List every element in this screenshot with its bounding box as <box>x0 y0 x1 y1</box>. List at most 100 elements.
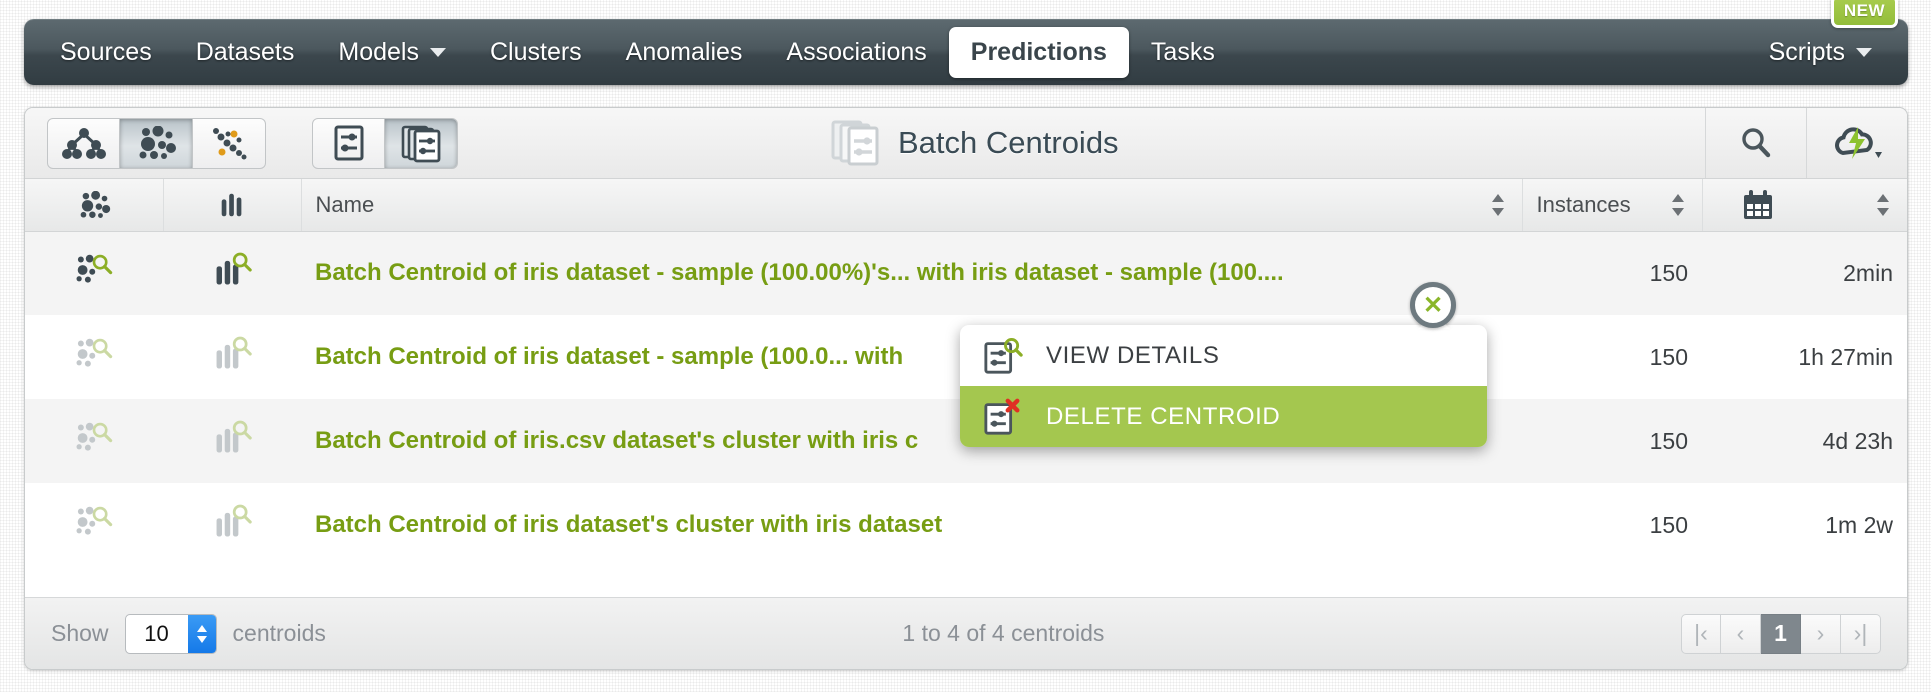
cluster-view-icon <box>76 338 113 367</box>
nav-item-sources[interactable]: Sources <box>38 29 174 76</box>
column-header-name[interactable]: Name <box>301 179 1523 232</box>
batch-prediction-button[interactable] <box>385 117 458 169</box>
nav-item-clusters[interactable]: Clusters <box>468 29 604 76</box>
row-name-cell[interactable]: Batch Centroid of iris dataset - sample … <box>301 231 1522 315</box>
prediction-mode-button-group <box>312 117 458 169</box>
pagination: |‹ ‹ 1 › ›| <box>1681 613 1881 654</box>
nav-item-label: Sources <box>60 37 152 66</box>
cloud-bolt-icon <box>1835 127 1882 159</box>
table-row[interactable]: Batch Centroid of iris dataset's cluster… <box>25 483 1907 567</box>
anomaly-button[interactable] <box>193 117 266 169</box>
delete-centroid-icon <box>984 398 1020 435</box>
row-instances-cell: 150 <box>1522 399 1702 483</box>
view-details-icon <box>984 337 1023 374</box>
row-age-cell: 2min <box>1702 231 1907 315</box>
chevron-down-icon <box>429 47 446 57</box>
cluster-button[interactable] <box>120 117 193 169</box>
nav-item-models[interactable]: Models <box>316 29 468 76</box>
cluster-icon <box>139 126 176 159</box>
prev-page-button[interactable]: ‹ <box>1721 613 1761 654</box>
stepper-arrows-icon <box>187 614 216 653</box>
single-prediction-icon <box>334 125 363 161</box>
quick-action-button[interactable] <box>1807 108 1907 178</box>
single-prediction-button[interactable] <box>312 117 385 169</box>
nav-item-anomalies[interactable]: Anomalies <box>604 29 765 76</box>
nav-right-group: NEW Scripts <box>1747 0 1898 76</box>
row-age-cell: 1m 2w <box>1702 483 1907 567</box>
column-header-age[interactable] <box>1702 179 1907 232</box>
cluster-icon <box>80 190 110 218</box>
cluster-view-icon <box>76 422 113 451</box>
nav-item-label: Scripts <box>1768 37 1845 66</box>
nav-item-label: Clusters <box>489 37 582 66</box>
dataset-view-icon <box>216 504 252 537</box>
panel-toolbar: Batch Centroids <box>25 108 1907 179</box>
column-header-dataset <box>163 179 302 232</box>
chevron-down-icon <box>1856 47 1872 57</box>
nav-item-label: Datasets <box>195 37 295 66</box>
row-cluster-icon-cell[interactable] <box>25 399 163 483</box>
row-age-cell: 1h 27min <box>1702 315 1907 399</box>
nav-item-associations[interactable]: Associations <box>764 29 948 76</box>
cluster-view-icon <box>76 254 113 283</box>
last-page-button[interactable]: ›| <box>1841 613 1881 654</box>
sort-toggle-icon <box>1671 193 1684 216</box>
menu-item-label: VIEW DETAILS <box>1046 341 1220 369</box>
row-context-menu: VIEW DETAILS DELETE CENTROID <box>960 325 1487 447</box>
row-dataset-icon-cell[interactable] <box>163 399 301 483</box>
nav-item-scripts[interactable]: Scripts <box>1747 29 1894 76</box>
dataset-bars-icon <box>221 193 242 216</box>
menu-item-view-details[interactable]: VIEW DETAILS <box>960 325 1487 386</box>
page-1-button[interactable]: 1 <box>1761 613 1801 654</box>
column-header-label: Name <box>315 191 375 217</box>
nav-item-label: Anomalies <box>625 37 743 66</box>
row-cluster-icon-cell[interactable] <box>25 231 163 315</box>
page-title: Batch Centroids <box>898 125 1119 160</box>
menu-item-delete-centroid[interactable]: DELETE CENTROID <box>960 386 1487 447</box>
record-range-text: 1 to 4 of 4 centroids <box>902 620 1105 646</box>
next-page-button[interactable]: › <box>1801 613 1841 654</box>
row-dataset-icon-cell[interactable] <box>163 231 301 315</box>
table-footer: Show 10 centroids 1 to 4 of 4 centroids … <box>25 597 1907 669</box>
model-tree-icon <box>61 128 106 159</box>
model-tree-button[interactable] <box>47 117 120 169</box>
nav-item-label: Models <box>338 37 419 66</box>
row-dataset-icon-cell[interactable] <box>163 483 301 567</box>
resource-type-button-group <box>47 117 266 169</box>
table-header: Name Instances <box>25 179 1907 232</box>
nav-item-predictions[interactable]: Predictions <box>948 26 1129 78</box>
new-badge: NEW <box>1830 0 1898 28</box>
page-size-value: 10 <box>144 620 169 646</box>
row-name-cell[interactable]: Batch Centroid of iris dataset's cluster… <box>301 483 1522 567</box>
first-page-button[interactable]: |‹ <box>1681 613 1721 654</box>
nav-item-label: Predictions <box>970 37 1107 66</box>
show-label: Show <box>51 620 109 646</box>
search-button[interactable] <box>1706 108 1806 178</box>
nav-item-tasks[interactable]: Tasks <box>1129 29 1237 76</box>
page-size-select[interactable]: 10 <box>124 613 217 654</box>
search-icon <box>1742 128 1771 158</box>
nav-item-label: Tasks <box>1150 37 1215 66</box>
dataset-view-icon <box>216 420 252 453</box>
page-size-unit-label: centroids <box>232 620 326 646</box>
close-icon: ✕ <box>1422 291 1444 319</box>
dataset-view-icon <box>216 336 252 369</box>
column-header-label: Instances <box>1536 191 1631 217</box>
column-header-cluster <box>25 179 164 232</box>
menu-item-label: DELETE CENTROID <box>1046 402 1281 430</box>
row-cluster-icon-cell[interactable] <box>25 315 163 399</box>
centroid-name-link[interactable]: Batch Centroid of iris dataset - sample … <box>315 259 1508 287</box>
sort-toggle-icon <box>1877 193 1889 216</box>
table-row[interactable]: Batch Centroid of iris dataset - sample … <box>25 231 1907 315</box>
cluster-view-icon <box>76 506 113 535</box>
row-age-cell: 4d 23h <box>1702 399 1907 483</box>
batch-centroid-icon <box>831 120 879 166</box>
row-cluster-icon-cell[interactable] <box>25 483 163 567</box>
toolbar-actions <box>1705 108 1907 178</box>
column-header-instances[interactable]: Instances <box>1522 179 1703 232</box>
nav-item-datasets[interactable]: Datasets <box>174 29 317 76</box>
table-header-row: Name Instances <box>25 179 1907 232</box>
row-actions-button[interactable]: ✕ <box>1410 282 1456 328</box>
centroid-name-link[interactable]: Batch Centroid of iris dataset's cluster… <box>315 511 1508 539</box>
row-dataset-icon-cell[interactable] <box>163 315 301 399</box>
